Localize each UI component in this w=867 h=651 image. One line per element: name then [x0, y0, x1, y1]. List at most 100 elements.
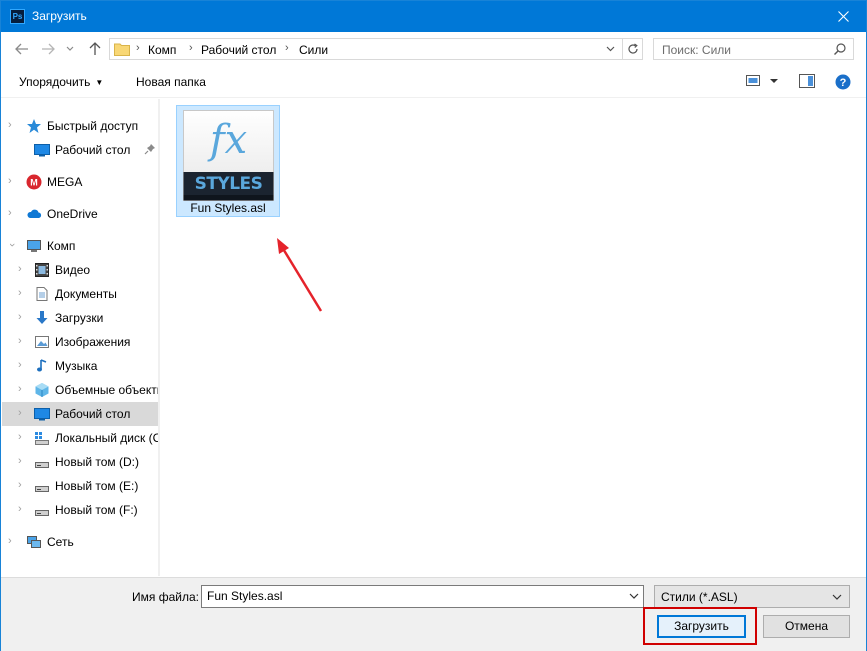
chevron-right-icon[interactable]: ›: [8, 535, 12, 547]
view-options-button[interactable]: [746, 74, 780, 91]
chevron-right-icon[interactable]: ›: [18, 431, 22, 443]
nav-item-computer[interactable]: › Комп: [2, 234, 159, 258]
nav-item-drive-c[interactable]: › Локальный диск (C:): [2, 426, 159, 450]
drive-icon: [35, 462, 49, 468]
forward-button[interactable]: [39, 40, 57, 58]
nav-item-video[interactable]: › Видео: [2, 258, 159, 282]
breadcrumb-item[interactable]: Комп: [148, 43, 176, 57]
nav-item-label: Быстрый доступ: [47, 119, 139, 133]
chevron-down-icon[interactable]: [627, 589, 641, 603]
breadcrumb-item[interactable]: Рабочий стол: [201, 43, 276, 57]
nav-item-drive-f[interactable]: › Новый том (F:): [2, 498, 159, 522]
command-bar: Упорядочить ▼ Новая папка ?: [1, 66, 866, 98]
svg-text:M: M: [30, 178, 38, 188]
caret-down-icon: ▼: [95, 78, 104, 87]
desktop-icon: [34, 408, 50, 421]
address-history-button[interactable]: [602, 39, 618, 59]
nav-item-label: Локальный диск (C:): [55, 431, 159, 445]
drive-icon: [35, 510, 49, 516]
preview-pane-icon: [799, 74, 815, 88]
address-bar[interactable]: › Комп › Рабочий стол › Сили: [109, 38, 643, 60]
dialog-footer: Имя файла: Fun Styles.asl Стили (*.ASL) …: [1, 577, 866, 651]
downloads-icon: [36, 311, 48, 324]
chevron-right-icon[interactable]: ›: [18, 383, 22, 395]
nav-item-label: Рабочий стол: [55, 407, 131, 421]
new-folder-button[interactable]: Новая папка: [136, 75, 206, 89]
chevron-right-icon[interactable]: ›: [18, 407, 22, 419]
preview-pane-button[interactable]: [799, 74, 815, 91]
close-button[interactable]: [820, 1, 866, 32]
chevron-right-icon[interactable]: ›: [8, 207, 12, 219]
filetype-select[interactable]: Стили (*.ASL): [654, 585, 850, 608]
nav-item-label: Новый том (E:): [55, 479, 139, 493]
star-icon: [27, 119, 41, 133]
chevron-down-icon[interactable]: ›: [6, 243, 18, 247]
nav-item-pictures[interactable]: › Изображения: [2, 330, 159, 354]
nav-item-quick-access[interactable]: › Быстрый доступ: [2, 114, 159, 138]
chevron-right-icon[interactable]: ›: [18, 359, 22, 371]
organize-label: Упорядочить: [19, 75, 91, 89]
chevron-right-icon[interactable]: ›: [18, 287, 22, 299]
folder-icon: [114, 43, 130, 56]
nav-item-music[interactable]: › Музыка: [2, 354, 159, 378]
arrow-left-icon: [15, 43, 28, 55]
nav-item-label: Новый том (F:): [55, 503, 138, 517]
3d-objects-icon: [35, 383, 49, 397]
nav-item-documents[interactable]: › Документы: [2, 282, 159, 306]
chevron-right-icon[interactable]: ›: [18, 335, 22, 347]
help-button[interactable]: ?: [835, 74, 851, 93]
window-title: Загрузить: [32, 9, 87, 23]
nav-item-drive-d[interactable]: › Новый том (D:): [2, 450, 159, 474]
svg-text:?: ?: [840, 77, 847, 89]
chevron-right-icon[interactable]: ›: [18, 311, 22, 323]
help-icon: ?: [835, 74, 851, 90]
chevron-right-icon[interactable]: ›: [18, 263, 22, 275]
nav-item-desktop-pinned[interactable]: Рабочий стол: [2, 138, 159, 162]
nav-item-downloads[interactable]: › Загрузки: [2, 306, 159, 330]
drive-icon: [35, 486, 49, 492]
pictures-icon: [35, 336, 49, 348]
nav-item-label: Изображения: [55, 335, 131, 349]
chevron-down-icon: [832, 594, 842, 600]
red-annotation-arrow: [277, 238, 323, 312]
filename-label: Имя файла:: [132, 590, 199, 604]
close-icon: [837, 11, 849, 22]
organize-button[interactable]: Упорядочить ▼: [19, 75, 103, 89]
nav-item-label: Рабочий стол: [55, 143, 131, 157]
chevron-right-icon[interactable]: ›: [8, 175, 12, 187]
load-button[interactable]: Загрузить: [657, 615, 746, 638]
breadcrumb-separator: ›: [285, 42, 289, 54]
chevron-right-icon[interactable]: ›: [18, 455, 22, 467]
nav-item-desktop[interactable]: › Рабочий стол: [2, 402, 159, 426]
breadcrumb-separator: ›: [189, 42, 193, 54]
search-icon: [834, 43, 846, 55]
music-icon: [37, 359, 47, 372]
nav-item-label: Музыка: [55, 359, 98, 373]
desktop-icon: [34, 144, 50, 157]
title-bar: Ps Загрузить: [1, 1, 866, 32]
cancel-button[interactable]: Отмена: [763, 615, 850, 638]
nav-item-mega[interactable]: › M MEGA: [2, 170, 159, 194]
address-row: › Комп › Рабочий стол › Сили Поиск: Сили: [1, 32, 866, 66]
nav-item-label: OneDrive: [47, 207, 98, 221]
back-button[interactable]: [13, 40, 31, 58]
nav-item-onedrive[interactable]: › OneDrive: [2, 202, 159, 226]
arrow-up-icon: [89, 42, 101, 55]
navigation-pane: › Быстрый доступ Рабочий стол › M MEGA ›…: [2, 99, 159, 576]
nav-item-3d-objects[interactable]: › Объемные объекты: [2, 378, 159, 402]
nav-item-drive-e[interactable]: › Новый том (E:): [2, 474, 159, 498]
nav-item-network[interactable]: › Сеть: [2, 530, 159, 554]
navigation-pane-divider[interactable]: [158, 99, 160, 576]
chevron-right-icon[interactable]: ›: [18, 479, 22, 491]
refresh-button[interactable]: [622, 39, 642, 59]
filetype-value: Стили (*.ASL): [661, 590, 738, 604]
chevron-right-icon[interactable]: ›: [18, 503, 22, 515]
refresh-icon: [627, 43, 638, 54]
search-box[interactable]: Поиск: Сили: [653, 38, 854, 60]
breadcrumb-item[interactable]: Сили: [299, 43, 328, 57]
recent-locations-button[interactable]: [64, 40, 76, 58]
up-button[interactable]: [86, 40, 104, 58]
nav-item-label: Видео: [55, 263, 91, 277]
filename-input[interactable]: Fun Styles.asl: [201, 585, 644, 608]
chevron-right-icon[interactable]: ›: [8, 119, 12, 131]
